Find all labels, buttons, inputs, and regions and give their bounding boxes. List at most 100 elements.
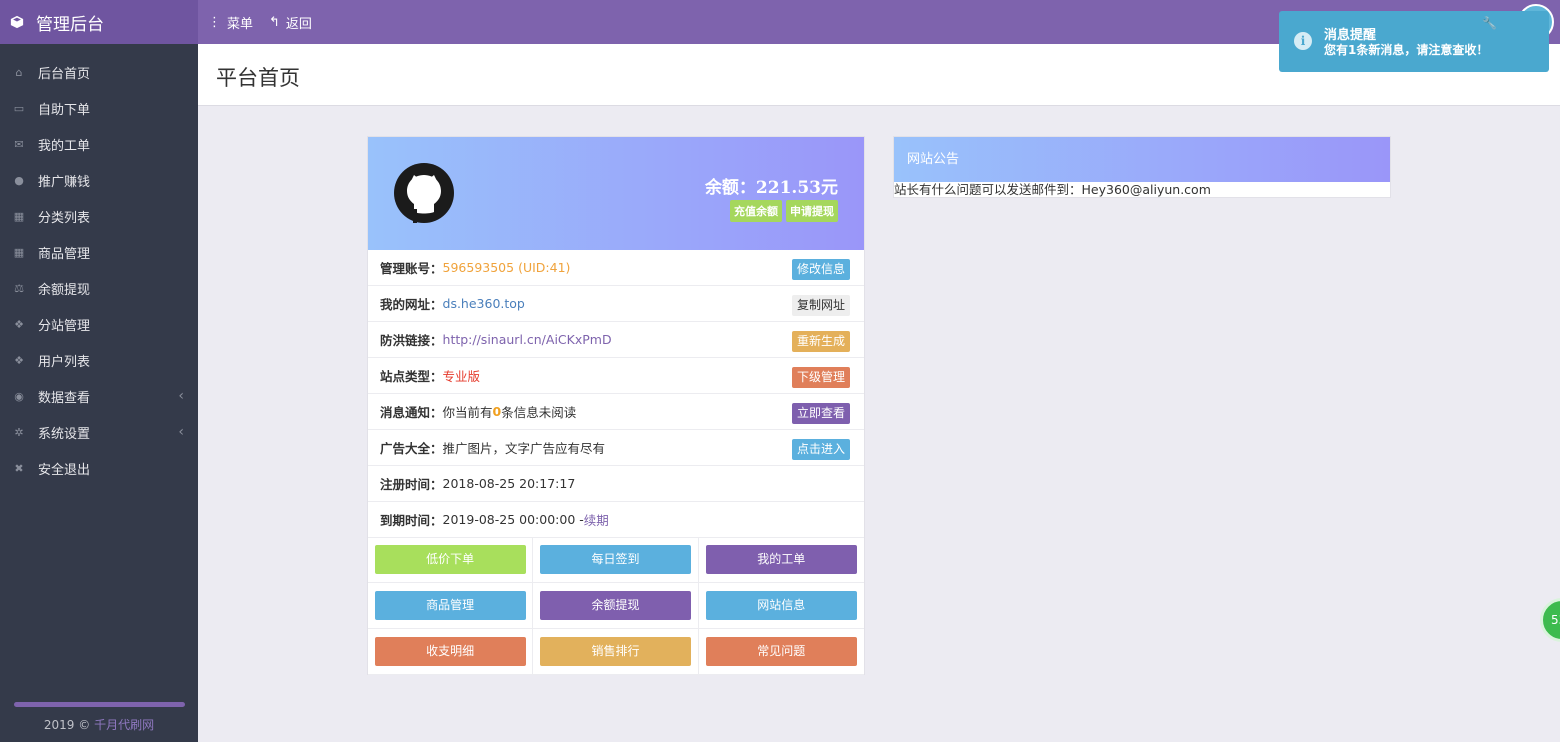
sidebar-item-data[interactable]: ◉ 数据查看 ‹ — [0, 378, 198, 414]
row-ads: 广告大全： 推广图片，文字广告应有尽有 点击进入 — [368, 430, 864, 466]
notification-toast[interactable]: i 消息提醒 您有1条新消息，请注意查收！ 🔧 — [1279, 11, 1549, 72]
antiblock-link[interactable]: http://sinaurl.cn/AiCKxPmD — [443, 332, 612, 347]
copy-url-button[interactable]: 复制网址 — [791, 295, 850, 316]
cube-icon — [10, 15, 24, 29]
menu-toggle-button[interactable]: ⋮ 菜单 — [208, 13, 253, 32]
sub-manage-button[interactable]: 下级管理 — [791, 367, 850, 388]
sidebar-item-label: 推广赚钱 — [38, 174, 91, 190]
sidebar-item-label: 后台首页 — [38, 66, 91, 82]
sidebar-item-tickets[interactable]: ✉ 我的工单 — [0, 126, 198, 162]
site-info-button[interactable]: 网站信息 — [705, 591, 857, 620]
cubes-icon: ❖ — [14, 353, 24, 367]
sidebar-item-label: 数据查看 — [38, 390, 91, 406]
row-label: 管理账号： — [380, 261, 443, 276]
quick-actions-grid: 低价下单 每日签到 我的工单 商品管理 余额提现 网站信息 收支明细 销售排行 … — [368, 537, 864, 675]
ads-value: 推广图片，文字广告应有尽有 — [442, 441, 606, 456]
grid-icon: ▦ — [13, 245, 25, 259]
sidebar-item-settings[interactable]: ✲ 系统设置 ‹ — [0, 414, 198, 450]
top-nav: ⋮ 菜单 ↰ 返回 — [208, 0, 328, 44]
account-value: 596593505 (UID:41) — [442, 260, 571, 275]
row-antiblock: 防洪链接： http://sinaurl.cn/AiCKxPmD 重新生成 — [368, 322, 864, 358]
recharge-button[interactable]: 充值余额 — [730, 200, 782, 222]
announcement-title: 网站公告 — [894, 137, 1390, 182]
row-sitetype: 站点类型： 专业版 下级管理 — [368, 358, 864, 394]
back-label: 返回 — [285, 16, 312, 32]
quick-actions-row: 低价下单 每日签到 我的工单 — [368, 537, 864, 583]
row-label: 广告大全： — [380, 441, 443, 456]
row-messages: 消息通知： 你当前有 0 条信息未阅读 立即查看 — [368, 394, 864, 430]
site-url-link[interactable]: ds.he360.top — [443, 296, 525, 311]
expire-value: 2019-08-25 00:00:00 - — [442, 512, 584, 527]
view-now-button[interactable]: 立即查看 — [791, 403, 850, 424]
eye-icon: ◉ — [14, 389, 24, 403]
sidebar-item-label: 我的工单 — [38, 138, 91, 154]
row-account: 管理账号： 596593505 (UID:41) 修改信息 — [368, 250, 864, 286]
renew-link[interactable]: 续期 — [584, 510, 609, 529]
withdraw-button[interactable]: 申请提现 — [786, 200, 838, 222]
brand-title: 管理后台 — [36, 14, 104, 35]
wrench-icon[interactable]: 🔧 — [1482, 16, 1497, 30]
sidebar-item-substations[interactable]: ❖ 分站管理 — [0, 306, 198, 342]
sidebar-item-products[interactable]: ▦ 商品管理 — [0, 234, 198, 270]
footer-link[interactable]: 千月代刷网 — [94, 718, 154, 732]
my-tickets-button[interactable]: 我的工单 — [705, 545, 857, 574]
daily-checkin-button[interactable]: 每日签到 — [539, 545, 691, 574]
bell-icon: ● — [14, 173, 24, 187]
sales-ranking-button[interactable]: 销售排行 — [539, 637, 691, 666]
sidebar-item-promote[interactable]: ● 推广赚钱 — [0, 162, 198, 198]
sidebar-item-logout[interactable]: ✖ 安全退出 — [0, 450, 198, 486]
close-icon: ✖ — [14, 461, 24, 475]
gear-icon: ✲ — [14, 425, 24, 439]
product-manage-button[interactable]: 商品管理 — [374, 591, 526, 620]
chevron-left-icon: ‹ — [178, 424, 184, 440]
sidebar-item-label: 余额提现 — [38, 282, 91, 298]
faq-button[interactable]: 常见问题 — [705, 637, 857, 666]
back-button[interactable]: ↰ 返回 — [269, 13, 312, 32]
sidebar-item-order[interactable]: ▭ 自助下单 — [0, 90, 198, 126]
announcement-body: 站长有什么问题可以发送邮件到：Hey360@aliyun.com — [894, 182, 1211, 197]
register-value: 2018-08-25 20:17:17 — [442, 476, 576, 491]
chevron-left-icon: ‹ — [178, 388, 184, 404]
sitetype-value: 专业版 — [442, 369, 481, 384]
sidebar-item-label: 分类列表 — [38, 210, 91, 226]
sidebar-item-home[interactable]: ⌂ 后台首页 — [0, 54, 198, 90]
grid-icon: ▦ — [13, 209, 25, 223]
sidebar-item-withdraw[interactable]: ⚖ 余额提现 — [0, 270, 198, 306]
home-icon: ⌂ — [15, 65, 23, 79]
enter-ads-button[interactable]: 点击进入 — [791, 439, 850, 460]
row-label: 到期时间： — [380, 513, 443, 528]
info-icon: i — [1294, 32, 1312, 50]
cheap-order-button[interactable]: 低价下单 — [374, 545, 526, 574]
sidebar-item-users[interactable]: ❖ 用户列表 — [0, 342, 198, 378]
sidebar-item-label: 分站管理 — [38, 318, 91, 334]
edit-info-button[interactable]: 修改信息 — [791, 259, 850, 280]
announcement-panel: 网站公告 站长有什么问题可以发送邮件到：Hey360@aliyun.com — [893, 136, 1391, 198]
income-details-button[interactable]: 收支明细 — [374, 637, 526, 666]
regenerate-button[interactable]: 重新生成 — [791, 331, 850, 352]
messages-post: 条信息未阅读 — [501, 405, 577, 420]
cubes-icon: ❖ — [14, 317, 24, 331]
brand[interactable]: 管理后台 — [0, 0, 198, 44]
page-title: 平台首页 — [216, 66, 300, 90]
quick-actions-row: 商品管理 余额提现 网站信息 — [368, 583, 864, 629]
reply-icon: ↰ — [269, 14, 280, 30]
notification-message: 您有1条新消息，请注意查收！ — [1324, 43, 1489, 57]
row-label: 站点类型： — [380, 369, 443, 384]
row-register: 注册时间： 2018-08-25 20:17:17 — [368, 466, 864, 502]
cart-icon: ▭ — [13, 101, 25, 115]
row-label: 注册时间： — [380, 477, 443, 492]
floating-counter-badge[interactable]: 53 — [1540, 598, 1560, 642]
messages-count: 0 — [492, 404, 502, 419]
sidebar: ⌂ 后台首页 ▭ 自助下单 ✉ 我的工单 ● 推广赚钱 ▦ 分类列表 ▦ 商品管理 ⚖ 余额提… — [0, 44, 198, 742]
user-info-rows: 管理账号： 596593505 (UID:41) 修改信息 我的网址： ds.h… — [368, 250, 864, 538]
sidebar-item-label: 安全退出 — [38, 462, 91, 478]
sidebar-item-label: 系统设置 — [38, 426, 91, 442]
footer-year: 2019 © — [43, 718, 91, 732]
balance-actions: 充值余额 申请提现 — [730, 200, 838, 222]
sidebar-item-categories[interactable]: ▦ 分类列表 — [0, 198, 198, 234]
quick-actions-row: 收支明细 销售排行 常见问题 — [368, 629, 864, 675]
sidebar-item-label: 商品管理 — [38, 246, 91, 262]
balance-withdraw-button[interactable]: 余额提现 — [539, 591, 691, 620]
sidebar-divider — [14, 702, 185, 707]
messages-pre: 你当前有 — [442, 405, 493, 420]
